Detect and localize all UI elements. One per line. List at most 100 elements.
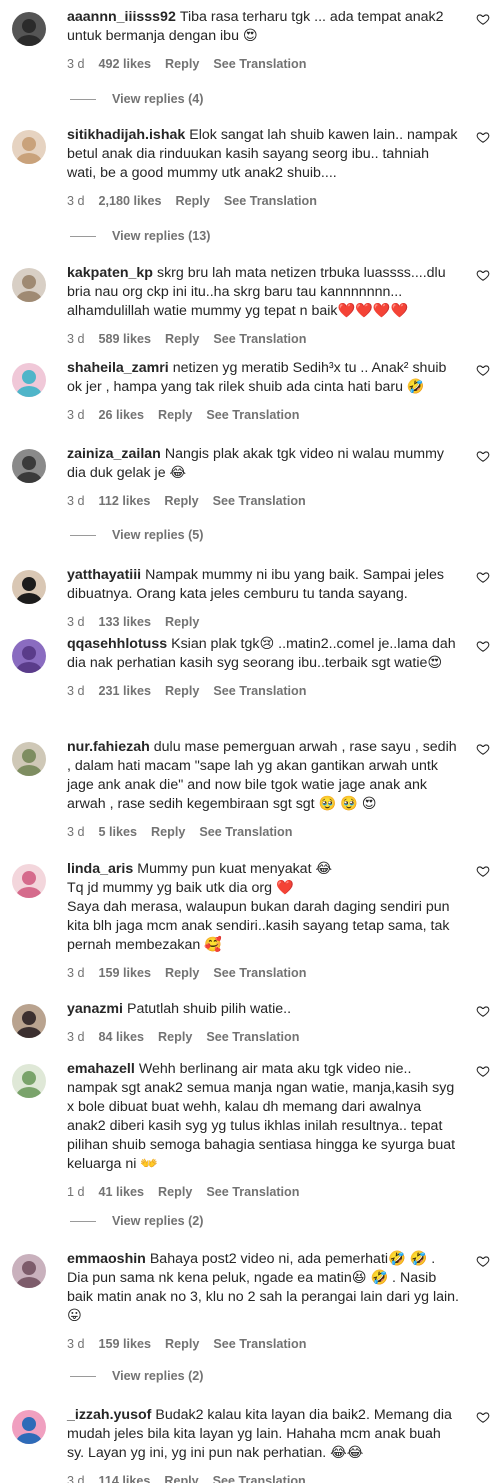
reply-button[interactable]: Reply — [165, 331, 199, 347]
like-count[interactable]: 133 likes — [99, 614, 152, 630]
like-count[interactable]: 159 likes — [99, 965, 152, 981]
see-translation-button[interactable]: See Translation — [224, 193, 317, 209]
like-count[interactable]: 2,180 likes — [99, 193, 162, 209]
reply-button[interactable]: Reply — [164, 493, 198, 509]
reply-button[interactable]: Reply — [165, 1336, 199, 1352]
avatar[interactable] — [12, 12, 46, 46]
avatar[interactable] — [12, 570, 46, 604]
like-heart-icon[interactable] — [476, 363, 490, 377]
comment-meta: 3 d 5 likes Reply See Translation — [67, 824, 460, 840]
comment-username[interactable]: nur.fahiezah — [67, 739, 150, 755]
view-replies-label[interactable]: View replies (2) — [112, 1214, 203, 1228]
reply-button[interactable]: Reply — [158, 1184, 192, 1200]
like-heart-icon[interactable] — [476, 639, 490, 653]
reply-button[interactable]: Reply — [158, 407, 192, 423]
like-heart-icon[interactable] — [476, 864, 490, 878]
comment-username[interactable]: shaheila_zamri — [67, 360, 169, 376]
comment-username[interactable]: _izzah.yusof — [67, 1407, 151, 1423]
comment-time: 3 d — [67, 966, 85, 980]
like-count[interactable]: 589 likes — [99, 331, 152, 347]
avatar[interactable] — [12, 1064, 46, 1098]
comment-body: qqasehhlotuss Ksian plak tgk😢 ..matin2..c… — [67, 635, 460, 673]
like-count[interactable]: 231 likes — [99, 683, 152, 699]
see-translation-button[interactable]: See Translation — [206, 407, 299, 423]
comment-username[interactable]: kakpaten_kp — [67, 265, 153, 281]
see-translation-button[interactable]: See Translation — [213, 683, 306, 699]
reply-button[interactable]: Reply — [176, 193, 210, 209]
view-replies-label[interactable]: View replies (13) — [112, 229, 210, 243]
comment-body: linda_aris Mummy pun kuat menyakat 😂 Tq j… — [67, 860, 460, 955]
like-heart-icon[interactable] — [476, 268, 490, 282]
like-heart-icon[interactable] — [476, 1410, 490, 1424]
like-heart-icon[interactable] — [476, 1254, 490, 1268]
reply-button[interactable]: Reply — [165, 965, 199, 981]
comment-item: yanazmi Patutlah shuib pilih watie.. 3 d 84… — [0, 1000, 500, 1045]
view-replies-button[interactable]: View replies (2) — [0, 1367, 203, 1385]
reply-button[interactable]: Reply — [151, 824, 185, 840]
see-translation-button[interactable]: See Translation — [199, 824, 292, 840]
reply-button[interactable]: Reply — [165, 614, 199, 630]
comment-username[interactable]: aaannn_iiisss92 — [67, 9, 176, 25]
comment-username[interactable]: yanazmi — [67, 1001, 123, 1017]
comment-meta: 3 d 159 likes Reply See Translation — [67, 965, 460, 981]
view-replies-button[interactable]: View replies (5) — [0, 526, 203, 544]
comment-username[interactable]: linda_aris — [67, 861, 133, 877]
comment-username[interactable]: emahazell — [67, 1061, 135, 1077]
comment-time: 3 d — [67, 408, 85, 422]
see-translation-button[interactable]: See Translation — [206, 1029, 299, 1045]
see-translation-button[interactable]: See Translation — [213, 1336, 306, 1352]
view-replies-label[interactable]: View replies (4) — [112, 92, 203, 106]
like-heart-icon[interactable] — [476, 12, 490, 26]
like-heart-icon[interactable] — [476, 1004, 490, 1018]
replies-divider — [70, 1376, 96, 1378]
reply-button[interactable]: Reply — [165, 683, 199, 699]
comment-username[interactable]: emmaoshin — [67, 1251, 146, 1267]
like-count[interactable]: 84 likes — [99, 1029, 145, 1045]
avatar[interactable] — [12, 363, 46, 397]
comment-meta: 3 d 84 likes Reply See Translation — [67, 1029, 460, 1045]
reply-button[interactable]: Reply — [158, 1029, 192, 1045]
comment-meta: 3 d 231 likes Reply See Translation — [67, 683, 460, 699]
reply-button[interactable]: Reply — [164, 1473, 198, 1483]
comment-username[interactable]: qqasehhlotuss — [67, 636, 167, 652]
like-heart-icon[interactable] — [476, 742, 490, 756]
see-translation-button[interactable]: See Translation — [206, 1184, 299, 1200]
like-count[interactable]: 5 likes — [99, 824, 138, 840]
view-replies-button[interactable]: View replies (13) — [0, 227, 210, 245]
view-replies-button[interactable]: View replies (2) — [0, 1212, 203, 1230]
see-translation-button[interactable]: See Translation — [213, 493, 306, 509]
see-translation-button[interactable]: See Translation — [213, 331, 306, 347]
like-heart-icon[interactable] — [476, 1064, 490, 1078]
comment-meta: 3 d 589 likes Reply See Translation — [67, 331, 460, 347]
reply-button[interactable]: Reply — [165, 56, 199, 72]
avatar[interactable] — [12, 1410, 46, 1444]
like-count[interactable]: 114 likes — [99, 1473, 151, 1483]
view-replies-button[interactable]: View replies (4) — [0, 90, 203, 108]
like-count[interactable]: 112 likes — [99, 493, 151, 509]
see-translation-button[interactable]: See Translation — [213, 1473, 306, 1483]
comment-username[interactable]: zainiza_zailan — [67, 446, 161, 462]
like-count[interactable]: 41 likes — [99, 1184, 145, 1200]
see-translation-button[interactable]: See Translation — [213, 965, 306, 981]
like-count[interactable]: 159 likes — [99, 1336, 152, 1352]
like-heart-icon[interactable] — [476, 570, 490, 584]
avatar[interactable] — [12, 1004, 46, 1038]
comment-username[interactable]: sitikhadijah.ishak — [67, 127, 185, 143]
avatar[interactable] — [12, 1254, 46, 1288]
avatar[interactable] — [12, 742, 46, 776]
see-translation-button[interactable]: See Translation — [213, 56, 306, 72]
view-replies-label[interactable]: View replies (5) — [112, 528, 203, 542]
avatar[interactable] — [12, 268, 46, 302]
like-heart-icon[interactable] — [476, 449, 490, 463]
avatar[interactable] — [12, 130, 46, 164]
avatar[interactable] — [12, 864, 46, 898]
like-count[interactable]: 26 likes — [99, 407, 145, 423]
avatar[interactable] — [12, 639, 46, 673]
comment-username[interactable]: yatthayatiii — [67, 567, 141, 583]
view-replies-label[interactable]: View replies (2) — [112, 1369, 203, 1383]
avatar[interactable] — [12, 449, 46, 483]
comment-item: kakpaten_kp skrg bru lah mata netizen trb… — [0, 264, 500, 347]
comment-item: nur.fahiezah dulu mase pemerguan arwah , … — [0, 738, 500, 840]
like-count[interactable]: 492 likes — [99, 56, 152, 72]
like-heart-icon[interactable] — [476, 130, 490, 144]
